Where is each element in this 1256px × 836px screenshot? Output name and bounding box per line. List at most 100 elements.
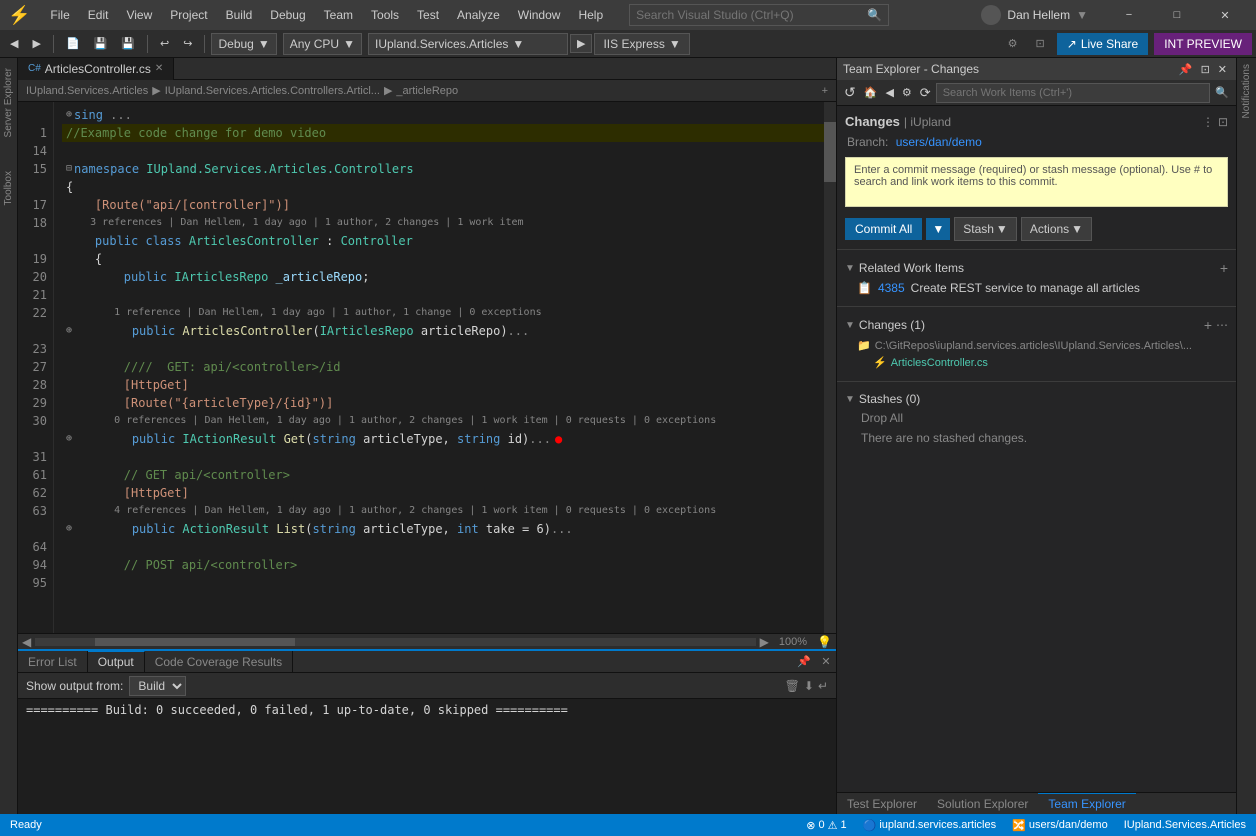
expand-icon-1[interactable]: ⊕ bbox=[66, 106, 72, 124]
code-coverage-tab[interactable]: Code Coverage Results bbox=[145, 651, 293, 673]
breadcrumb-ns[interactable]: IUpland.Services.Articles bbox=[26, 85, 148, 97]
minimize-button[interactable]: − bbox=[1106, 0, 1152, 30]
close-button[interactable]: ✕ bbox=[1202, 0, 1248, 30]
te-sync-btn[interactable]: ⟳ bbox=[917, 85, 934, 101]
output-tab[interactable]: Output bbox=[88, 651, 145, 673]
breadcrumb-class[interactable]: IUpland.Services.Articles.Controllers.Ar… bbox=[165, 85, 380, 97]
global-search-input[interactable] bbox=[636, 8, 867, 22]
expand-icon-64[interactable]: ⊕ bbox=[66, 520, 72, 538]
int-preview-button[interactable]: INT PREVIEW bbox=[1154, 33, 1252, 55]
horizontal-scrollbar-thumb[interactable] bbox=[95, 638, 295, 646]
stash-button[interactable]: Stash ▼ bbox=[954, 217, 1017, 241]
menu-project[interactable]: Project bbox=[162, 4, 215, 26]
te-search-box[interactable] bbox=[936, 83, 1211, 103]
solution-explorer-tab[interactable]: Solution Explorer bbox=[927, 793, 1038, 815]
menu-analyze[interactable]: Analyze bbox=[449, 4, 508, 26]
user-name[interactable]: Dan Hellem bbox=[1007, 8, 1070, 22]
te-home-btn[interactable]: 🏠 bbox=[861, 86, 881, 99]
menu-edit[interactable]: Edit bbox=[80, 4, 117, 26]
status-errors[interactable]: ⊗ 0 ⚠ 1 bbox=[802, 819, 850, 832]
menu-build[interactable]: Build bbox=[218, 4, 261, 26]
nav-forward-button[interactable]: ▶ bbox=[26, 35, 46, 52]
menu-debug[interactable]: Debug bbox=[262, 4, 313, 26]
expand-icon-ns[interactable]: ⊟ bbox=[66, 160, 72, 178]
breadcrumb-member[interactable]: _articleRepo bbox=[396, 85, 458, 97]
redo-button[interactable]: ↪ bbox=[177, 35, 198, 52]
iis-express-button[interactable]: IIS Express ▼ bbox=[594, 33, 689, 55]
te-expand-all-btn[interactable]: ⊡ bbox=[1218, 115, 1228, 129]
expand-icon-31[interactable]: ⊕ bbox=[66, 430, 72, 448]
new-item-button[interactable]: 📄 bbox=[60, 35, 86, 52]
te-file-item-articles[interactable]: ⚡ ArticlesController.cs bbox=[845, 354, 1228, 371]
status-branch[interactable]: 🔀 users/dan/demo bbox=[1008, 819, 1112, 832]
global-search-box[interactable]: 🔍 bbox=[629, 4, 889, 26]
start-button[interactable]: ▶ bbox=[570, 34, 592, 53]
pin-panel-button[interactable]: 📌 bbox=[794, 652, 814, 672]
server-explorer-tab[interactable]: Server Explorer bbox=[1, 62, 16, 143]
toolbox-tab[interactable]: Toolbox bbox=[1, 165, 16, 211]
changes-menu-btn[interactable]: ⋯ bbox=[1216, 318, 1228, 332]
te-search-input[interactable] bbox=[943, 87, 1204, 99]
menu-test[interactable]: Test bbox=[409, 4, 447, 26]
team-explorer-tab[interactable]: Team Explorer bbox=[1038, 793, 1135, 815]
test-explorer-tab[interactable]: Test Explorer bbox=[837, 793, 927, 815]
te-changes-header[interactable]: ▼ Changes (1) + ⋯ bbox=[845, 315, 1228, 335]
add-work-item-btn[interactable]: + bbox=[1220, 260, 1228, 276]
menu-help[interactable]: Help bbox=[570, 4, 611, 26]
branch-link[interactable]: users/dan/demo bbox=[896, 135, 982, 149]
te-refresh-btn[interactable]: ↺ bbox=[841, 84, 859, 101]
tab-close-button[interactable]: ✕ bbox=[155, 63, 163, 74]
output-source-dropdown[interactable]: Build bbox=[129, 676, 186, 696]
menu-tools[interactable]: Tools bbox=[363, 4, 407, 26]
status-project[interactable]: IUpland.Services.Articles bbox=[1120, 819, 1250, 831]
horizontal-scrollbar[interactable] bbox=[35, 638, 755, 646]
filter-button[interactable]: ⚙ bbox=[1002, 35, 1024, 52]
status-repo[interactable]: 🔵 iupland.services.articles bbox=[859, 819, 1000, 832]
expand-button[interactable]: ⊡ bbox=[1030, 35, 1051, 52]
account-icon[interactable]: ▼ bbox=[1076, 8, 1088, 22]
platform-dropdown[interactable]: Any CPU ▼ bbox=[283, 33, 362, 55]
output-scroll-btn[interactable]: ⬇ bbox=[804, 679, 814, 693]
save-all-button[interactable]: 💾 bbox=[115, 35, 141, 52]
notifications-icon[interactable]: Notifications bbox=[1239, 58, 1254, 124]
te-settings-btn[interactable]: ⚙ bbox=[899, 86, 915, 99]
te-back-btn[interactable]: ◀ bbox=[882, 86, 896, 99]
te-stashes-header[interactable]: ▼ Stashes (0) bbox=[845, 390, 1228, 408]
editor-vertical-scrollbar[interactable] bbox=[824, 102, 836, 633]
te-search-btn[interactable]: 🔍 bbox=[1212, 86, 1232, 99]
add-change-btn[interactable]: + bbox=[1204, 317, 1212, 333]
save-button[interactable]: 💾 bbox=[88, 35, 114, 52]
live-share-button[interactable]: ↗ Live Share bbox=[1057, 33, 1148, 55]
scroll-right-btn[interactable]: ▶ bbox=[756, 635, 773, 649]
commit-dropdown-btn[interactable]: ▼ bbox=[926, 218, 950, 240]
menu-team[interactable]: Team bbox=[316, 4, 361, 26]
te-close-button[interactable]: ✕ bbox=[1215, 63, 1230, 76]
te-drop-all-button[interactable]: Drop All bbox=[845, 408, 1228, 428]
output-word-wrap-btn[interactable]: ↵ bbox=[818, 679, 828, 693]
commit-all-button[interactable]: Commit All bbox=[845, 218, 922, 240]
editor-tab-articles-controller[interactable]: C# ArticlesController.cs ✕ bbox=[18, 58, 174, 80]
te-commit-message[interactable]: Enter a commit message (required) or sta… bbox=[845, 157, 1228, 207]
error-list-tab[interactable]: Error List bbox=[18, 651, 88, 673]
undo-button[interactable]: ↩ bbox=[154, 35, 175, 52]
code-content[interactable]: ⊕ sing ... //Example code change for dem… bbox=[54, 102, 824, 633]
work-item-id[interactable]: 4385 bbox=[878, 281, 905, 295]
te-context-menu-btn[interactable]: ⋮ bbox=[1202, 115, 1214, 129]
scrollbar-thumb[interactable] bbox=[824, 122, 836, 182]
config-dropdown[interactable]: Debug ▼ bbox=[211, 33, 276, 55]
close-panel-button[interactable]: ✕ bbox=[816, 652, 836, 672]
output-clear-btn[interactable]: 🗑 bbox=[785, 679, 800, 693]
menu-view[interactable]: View bbox=[118, 4, 160, 26]
lightbulb-icon[interactable]: 💡 bbox=[813, 635, 836, 649]
project-dropdown[interactable]: IUpland.Services.Articles ▼ bbox=[368, 33, 568, 55]
expand-icon-23[interactable]: ⊕ bbox=[66, 322, 72, 340]
menu-file[interactable]: File bbox=[42, 4, 77, 26]
nav-back-button[interactable]: ◀ bbox=[4, 35, 24, 52]
maximize-button[interactable]: □ bbox=[1154, 0, 1200, 30]
add-icon[interactable]: + bbox=[822, 85, 828, 97]
te-related-work-items-header[interactable]: ▼ Related Work Items + bbox=[845, 258, 1228, 278]
actions-button[interactable]: Actions ▼ bbox=[1021, 217, 1092, 241]
te-expand-button[interactable]: ⊡ bbox=[1198, 63, 1213, 76]
menu-window[interactable]: Window bbox=[510, 4, 569, 26]
scroll-left-btn[interactable]: ◀ bbox=[18, 635, 35, 649]
